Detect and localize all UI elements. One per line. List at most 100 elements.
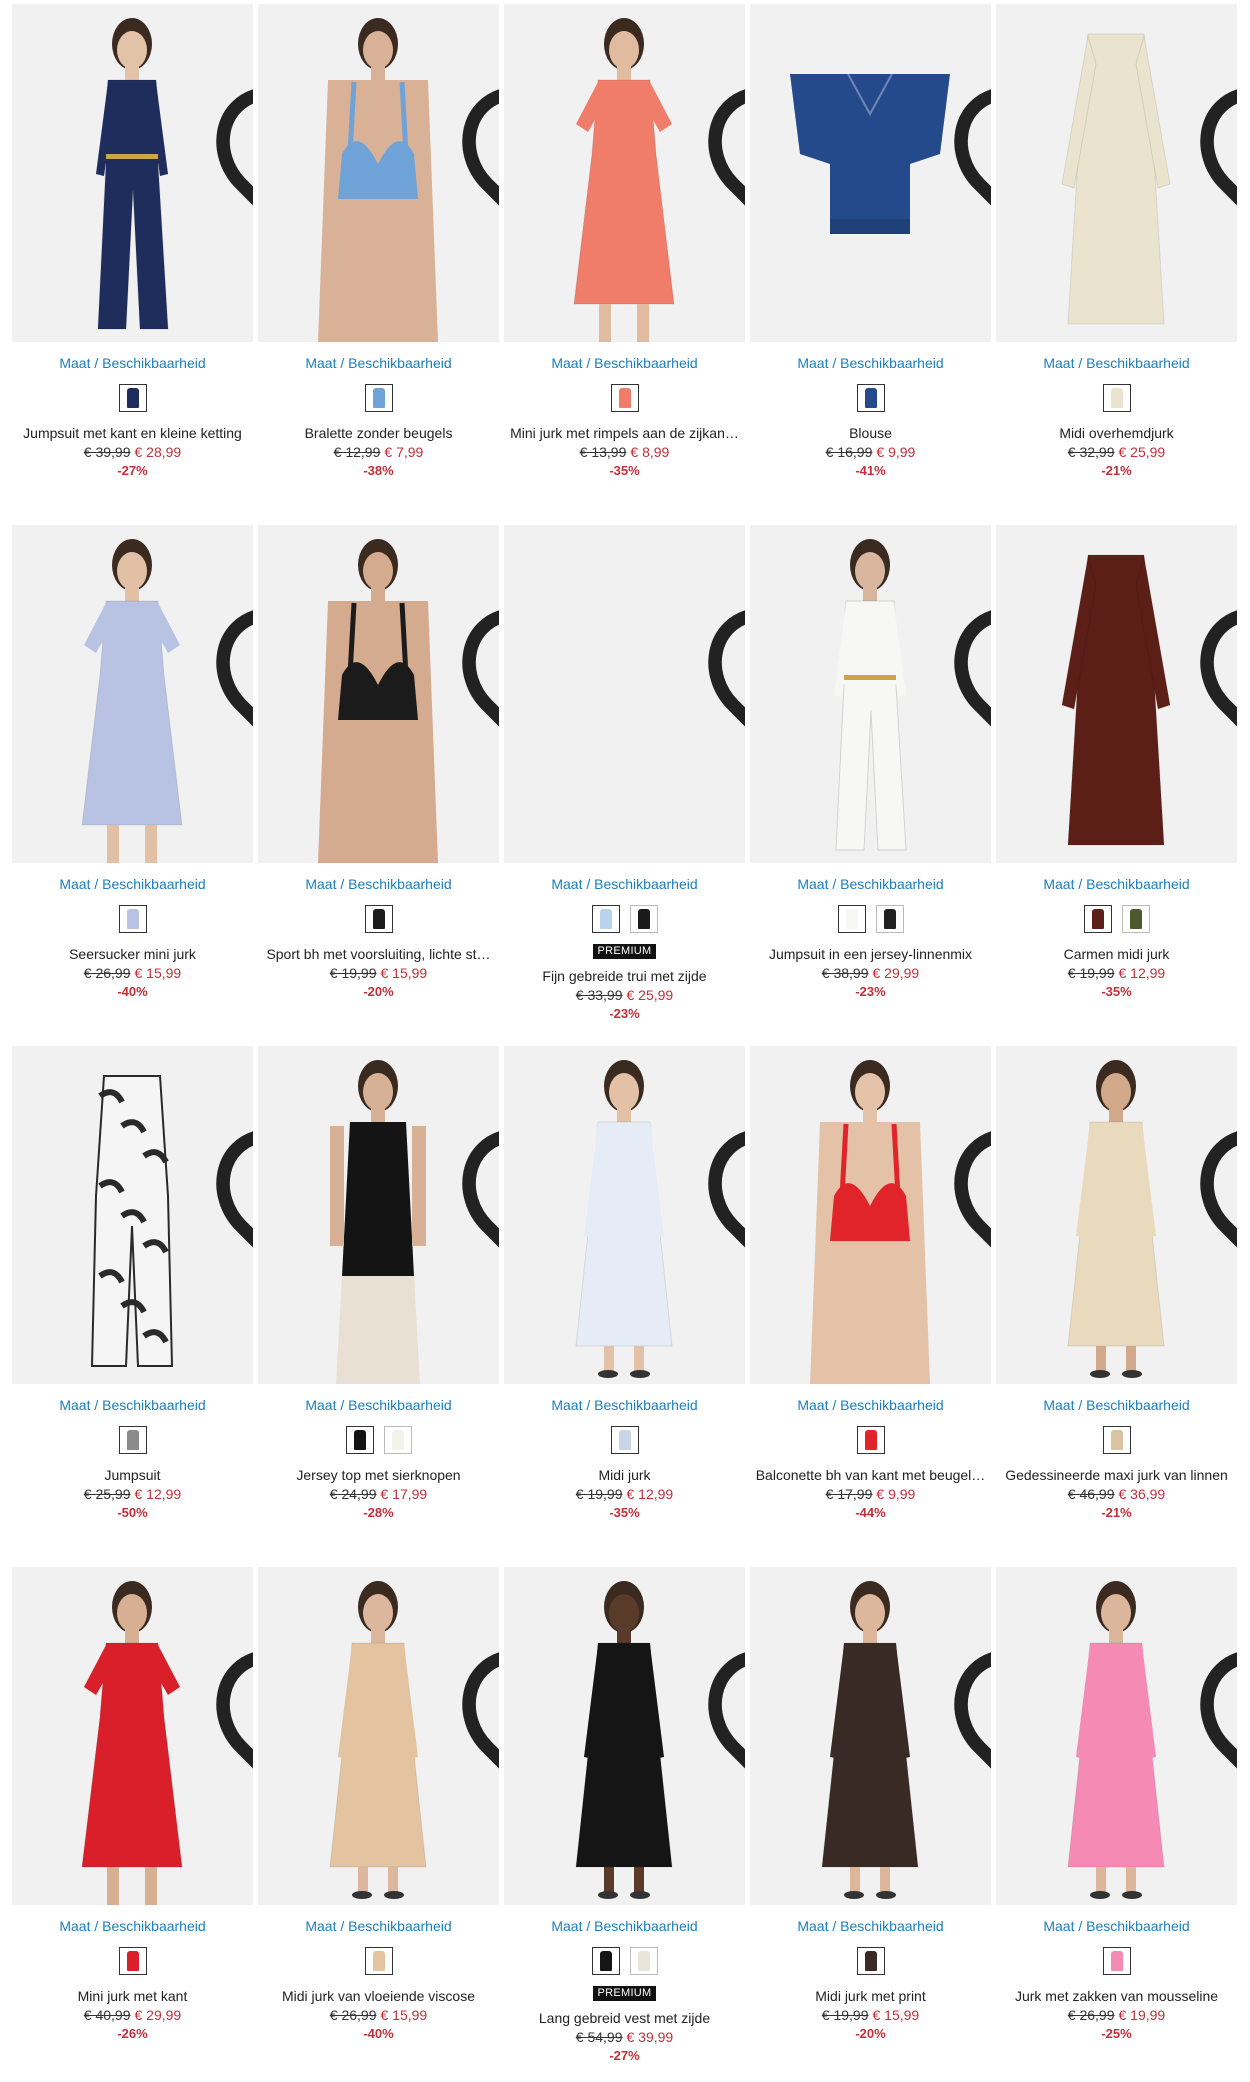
- heart-outline-icon[interactable]: [1195, 1057, 1237, 1248]
- size-availability-link[interactable]: Maat / Beschikbaarheid: [258, 1396, 499, 1414]
- product-card[interactable]: Maat / Beschikbaarheid Gedessineerde maxi…: [996, 1046, 1237, 1521]
- product-image[interactable]: [996, 1567, 1237, 1905]
- product-name[interactable]: Seersucker mini jurk: [12, 945, 253, 963]
- product-image[interactable]: [750, 1046, 991, 1384]
- color-swatch[interactable]: [364, 905, 393, 933]
- product-card[interactable]: Maat / Beschikbaarheid PREMIUM Fijn gebrei…: [504, 525, 745, 1022]
- product-name[interactable]: Jersey top met sierknopen: [258, 1466, 499, 1484]
- product-card[interactable]: Maat / Beschikbaarheid Midi jurk van vloe…: [258, 1567, 499, 2042]
- product-card[interactable]: Maat / Beschikbaarheid Jurk met zakken va…: [996, 1567, 1237, 2042]
- product-card[interactable]: Maat / Beschikbaarheid Bralette zonder be…: [258, 4, 499, 479]
- color-swatch[interactable]: [591, 1947, 620, 1975]
- size-availability-link[interactable]: Maat / Beschikbaarheid: [12, 354, 253, 372]
- color-swatch[interactable]: [856, 1426, 885, 1454]
- product-name[interactable]: Jurk met zakken van mousseline: [996, 1987, 1237, 2005]
- size-availability-link[interactable]: Maat / Beschikbaarheid: [996, 875, 1237, 893]
- heart-outline-icon[interactable]: [1195, 536, 1237, 727]
- heart-outline-icon[interactable]: [457, 536, 499, 727]
- size-availability-link[interactable]: Maat / Beschikbaarheid: [996, 1917, 1237, 1935]
- color-swatch[interactable]: [856, 384, 885, 412]
- color-swatch[interactable]: [1102, 1426, 1131, 1454]
- product-name[interactable]: Lang gebreid vest met zijde: [504, 2009, 745, 2027]
- product-image[interactable]: [12, 1046, 253, 1384]
- heart-outline-icon[interactable]: [211, 536, 253, 727]
- product-image[interactable]: [996, 1046, 1237, 1384]
- size-availability-link[interactable]: Maat / Beschikbaarheid: [504, 875, 745, 893]
- product-name[interactable]: Jumpsuit: [12, 1466, 253, 1484]
- product-name[interactable]: Mini jurk met kant: [12, 1987, 253, 2005]
- size-availability-link[interactable]: Maat / Beschikbaarheid: [996, 1396, 1237, 1414]
- size-availability-link[interactable]: Maat / Beschikbaarheid: [504, 1917, 745, 1935]
- product-image[interactable]: [504, 1046, 745, 1384]
- color-swatch[interactable]: [837, 905, 866, 933]
- color-swatch[interactable]: [1083, 905, 1112, 933]
- color-swatch[interactable]: [118, 1947, 147, 1975]
- size-availability-link[interactable]: Maat / Beschikbaarheid: [996, 354, 1237, 372]
- size-availability-link[interactable]: Maat / Beschikbaarheid: [750, 1917, 991, 1935]
- product-image[interactable]: [504, 525, 745, 863]
- product-name[interactable]: Balconette bh van kant met beugel…: [750, 1466, 991, 1484]
- product-image[interactable]: [258, 1046, 499, 1384]
- heart-outline-icon[interactable]: [457, 1578, 499, 1769]
- product-image[interactable]: [750, 4, 991, 342]
- product-image[interactable]: [258, 525, 499, 863]
- color-swatch[interactable]: [1121, 905, 1150, 933]
- product-card[interactable]: Maat / Beschikbaarheid Mini jurk met kant…: [12, 1567, 253, 2042]
- product-image[interactable]: [996, 4, 1237, 342]
- heart-outline-icon[interactable]: [457, 1057, 499, 1248]
- product-name[interactable]: Sport bh met voorsluiting, lichte st…: [258, 945, 499, 963]
- product-image[interactable]: [12, 525, 253, 863]
- product-card[interactable]: Maat / Beschikbaarheid Jumpsuit € 25,99 € 1…: [12, 1046, 253, 1521]
- color-swatch[interactable]: [610, 384, 639, 412]
- color-swatch[interactable]: [629, 905, 658, 933]
- product-image[interactable]: [258, 4, 499, 342]
- product-card[interactable]: Maat / Beschikbaarheid Seersucker mini ju…: [12, 525, 253, 1000]
- product-name[interactable]: Gedessineerde maxi jurk van linnen: [996, 1466, 1237, 1484]
- color-swatch[interactable]: [875, 905, 904, 933]
- product-card[interactable]: Maat / Beschikbaarheid Jersey top met sie…: [258, 1046, 499, 1521]
- product-name[interactable]: Midi jurk met print: [750, 1987, 991, 2005]
- heart-outline-icon[interactable]: [211, 1578, 253, 1769]
- heart-outline-icon[interactable]: [211, 15, 253, 206]
- product-card[interactable]: Maat / Beschikbaarheid Balconette bh van …: [750, 1046, 991, 1521]
- color-swatch[interactable]: [1102, 384, 1131, 412]
- color-swatch[interactable]: [856, 1947, 885, 1975]
- heart-outline-icon[interactable]: [211, 1057, 253, 1248]
- color-swatch[interactable]: [1102, 1947, 1131, 1975]
- product-image[interactable]: [12, 1567, 253, 1905]
- heart-outline-icon[interactable]: [703, 536, 745, 727]
- product-name[interactable]: Midi jurk van vloeiende viscose: [258, 1987, 499, 2005]
- product-card[interactable]: Maat / Beschikbaarheid Midi jurk met prin…: [750, 1567, 991, 2042]
- product-name[interactable]: Midi overhemdjurk: [996, 424, 1237, 442]
- product-name[interactable]: Jumpsuit in een jersey-linnenmix: [750, 945, 991, 963]
- product-name[interactable]: Midi jurk: [504, 1466, 745, 1484]
- product-image[interactable]: [504, 1567, 745, 1905]
- size-availability-link[interactable]: Maat / Beschikbaarheid: [12, 1917, 253, 1935]
- heart-outline-icon[interactable]: [457, 15, 499, 206]
- color-swatch[interactable]: [345, 1426, 374, 1454]
- product-card[interactable]: Maat / Beschikbaarheid Sport bh met voors…: [258, 525, 499, 1000]
- color-swatch[interactable]: [118, 384, 147, 412]
- product-name[interactable]: Fijn gebreide trui met zijde: [504, 967, 745, 985]
- color-swatch[interactable]: [118, 1426, 147, 1454]
- product-image[interactable]: [750, 525, 991, 863]
- size-availability-link[interactable]: Maat / Beschikbaarheid: [750, 1396, 991, 1414]
- heart-outline-icon[interactable]: [949, 1057, 991, 1248]
- size-availability-link[interactable]: Maat / Beschikbaarheid: [750, 354, 991, 372]
- heart-outline-icon[interactable]: [1195, 15, 1237, 206]
- product-card[interactable]: Maat / Beschikbaarheid Jumpsuit in een je…: [750, 525, 991, 1000]
- color-swatch[interactable]: [591, 905, 620, 933]
- size-availability-link[interactable]: Maat / Beschikbaarheid: [258, 354, 499, 372]
- product-card[interactable]: Maat / Beschikbaarheid Blouse € 16,99 € 9,9…: [750, 4, 991, 479]
- heart-outline-icon[interactable]: [949, 1578, 991, 1769]
- product-image[interactable]: [750, 1567, 991, 1905]
- size-availability-link[interactable]: Maat / Beschikbaarheid: [258, 875, 499, 893]
- heart-outline-icon[interactable]: [949, 15, 991, 206]
- product-card[interactable]: Maat / Beschikbaarheid Carmen midi jurk € …: [996, 525, 1237, 1000]
- product-name[interactable]: Jumpsuit met kant en kleine ketting: [12, 424, 253, 442]
- product-card[interactable]: Maat / Beschikbaarheid Mini jurk met rimp…: [504, 4, 745, 479]
- product-name[interactable]: Bralette zonder beugels: [258, 424, 499, 442]
- product-name[interactable]: Blouse: [750, 424, 991, 442]
- product-image[interactable]: [504, 4, 745, 342]
- size-availability-link[interactable]: Maat / Beschikbaarheid: [504, 354, 745, 372]
